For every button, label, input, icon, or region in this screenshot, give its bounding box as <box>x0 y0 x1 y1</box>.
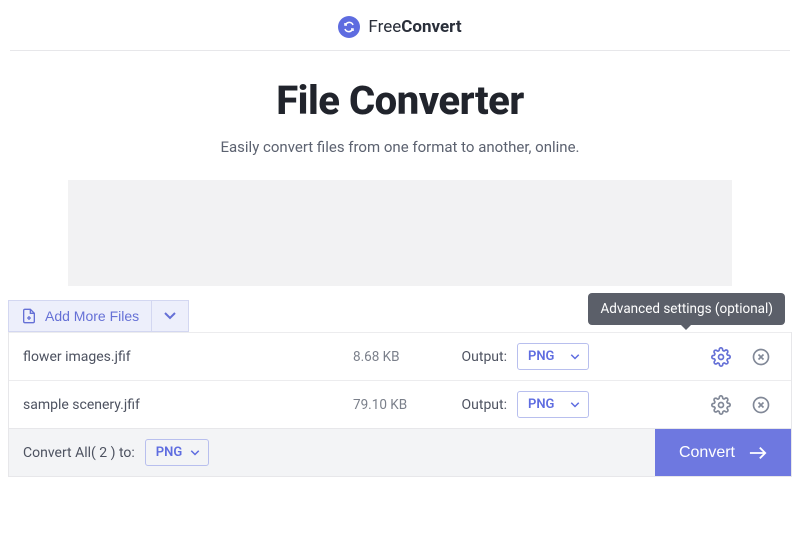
page-subtitle: Easily convert files from one format to … <box>40 138 760 156</box>
chevron-down-icon <box>570 402 580 408</box>
table-row: Advanced settings (optional) flower imag… <box>9 332 791 380</box>
remove-file-button[interactable] <box>751 347 771 367</box>
file-plus-icon <box>21 308 37 324</box>
settings-button[interactable] <box>711 347 731 367</box>
logo-icon <box>338 16 360 38</box>
output-format-value: PNG <box>528 397 554 412</box>
close-icon <box>751 347 771 367</box>
add-more-files-button[interactable]: Add More Files <box>8 300 152 332</box>
convert-button-label: Convert <box>679 444 735 462</box>
chevron-down-icon <box>570 354 580 360</box>
convert-all-label: Convert All( 2 ) to: <box>23 445 135 461</box>
convert-button[interactable]: Convert <box>655 429 791 476</box>
output-format-select[interactable]: PNG <box>517 391 589 418</box>
header: FreeConvert <box>0 0 800 50</box>
settings-button[interactable] <box>711 395 731 415</box>
logo[interactable]: FreeConvert <box>338 16 461 38</box>
file-name: flower images.jfif <box>23 349 353 365</box>
add-more-files-label: Add More Files <box>45 308 139 324</box>
logo-text: FreeConvert <box>368 17 461 37</box>
output-label: Output: <box>443 349 517 365</box>
file-list: Advanced settings (optional) flower imag… <box>8 332 792 429</box>
file-size: 79.10 KB <box>353 397 443 413</box>
remove-file-button[interactable] <box>751 395 771 415</box>
file-name: sample scenery.jfif <box>23 397 353 413</box>
gear-icon <box>711 347 731 367</box>
chevron-down-icon <box>164 312 176 320</box>
output-label: Output: <box>443 397 517 413</box>
output-format-select[interactable]: PNG <box>517 343 589 370</box>
table-row: sample scenery.jfif 79.10 KB Output: PNG <box>9 380 791 428</box>
chevron-down-icon <box>190 450 200 456</box>
file-size: 8.68 KB <box>353 349 443 365</box>
convert-all-format-value: PNG <box>156 445 182 460</box>
add-more-files-dropdown[interactable] <box>152 300 189 332</box>
footer-bar: Convert All( 2 ) to: PNG Convert <box>8 429 792 477</box>
ad-placeholder <box>68 180 732 286</box>
convert-all-format-select[interactable]: PNG <box>145 439 209 466</box>
close-icon <box>751 395 771 415</box>
arrow-right-icon <box>749 446 767 460</box>
gear-icon <box>711 395 731 415</box>
output-format-value: PNG <box>528 349 554 364</box>
page-title: File Converter <box>40 77 760 124</box>
tooltip-advanced-settings: Advanced settings (optional) <box>588 293 785 325</box>
